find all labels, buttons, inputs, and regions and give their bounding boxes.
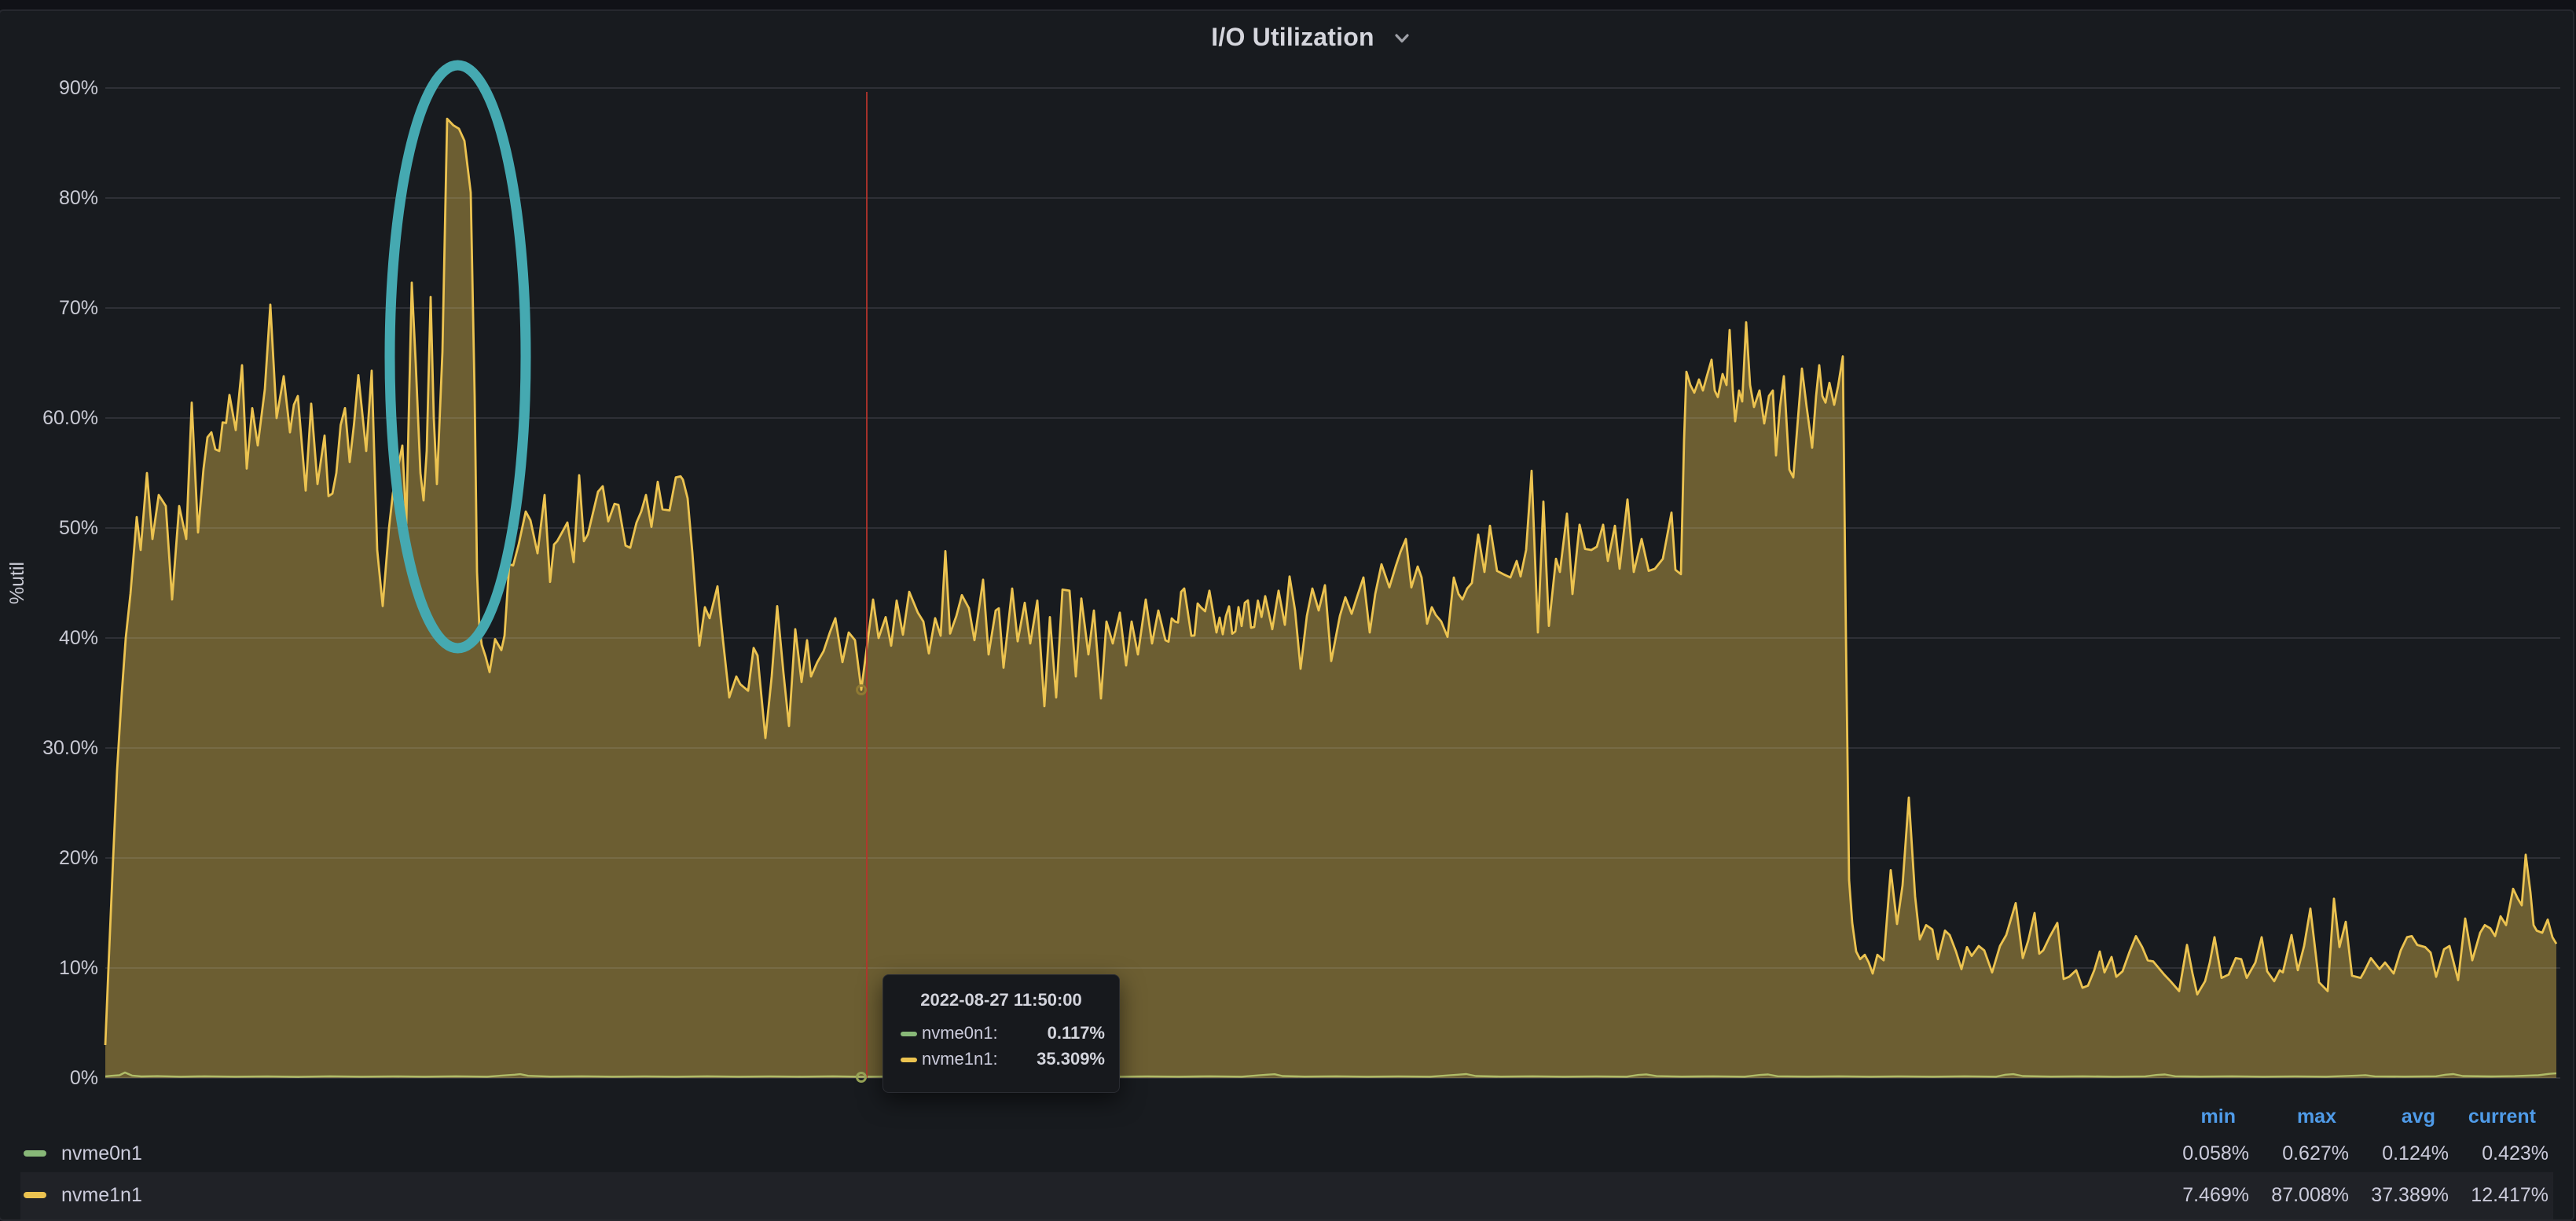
svg-text:10%: 10% [59,957,98,979]
svg-text:20%: 20% [59,847,98,869]
svg-text:40%: 40% [59,627,98,649]
svg-text:90%: 90% [59,77,98,99]
svg-text:70%: 70% [59,297,98,319]
svg-text:50%: 50% [59,517,98,539]
svg-text:30.0%: 30.0% [42,737,98,759]
svg-text:80%: 80% [59,187,98,209]
svg-text:60.0%: 60.0% [42,407,98,429]
svg-text:0%: 0% [70,1067,98,1089]
svg-text:%util: %util [6,562,28,604]
